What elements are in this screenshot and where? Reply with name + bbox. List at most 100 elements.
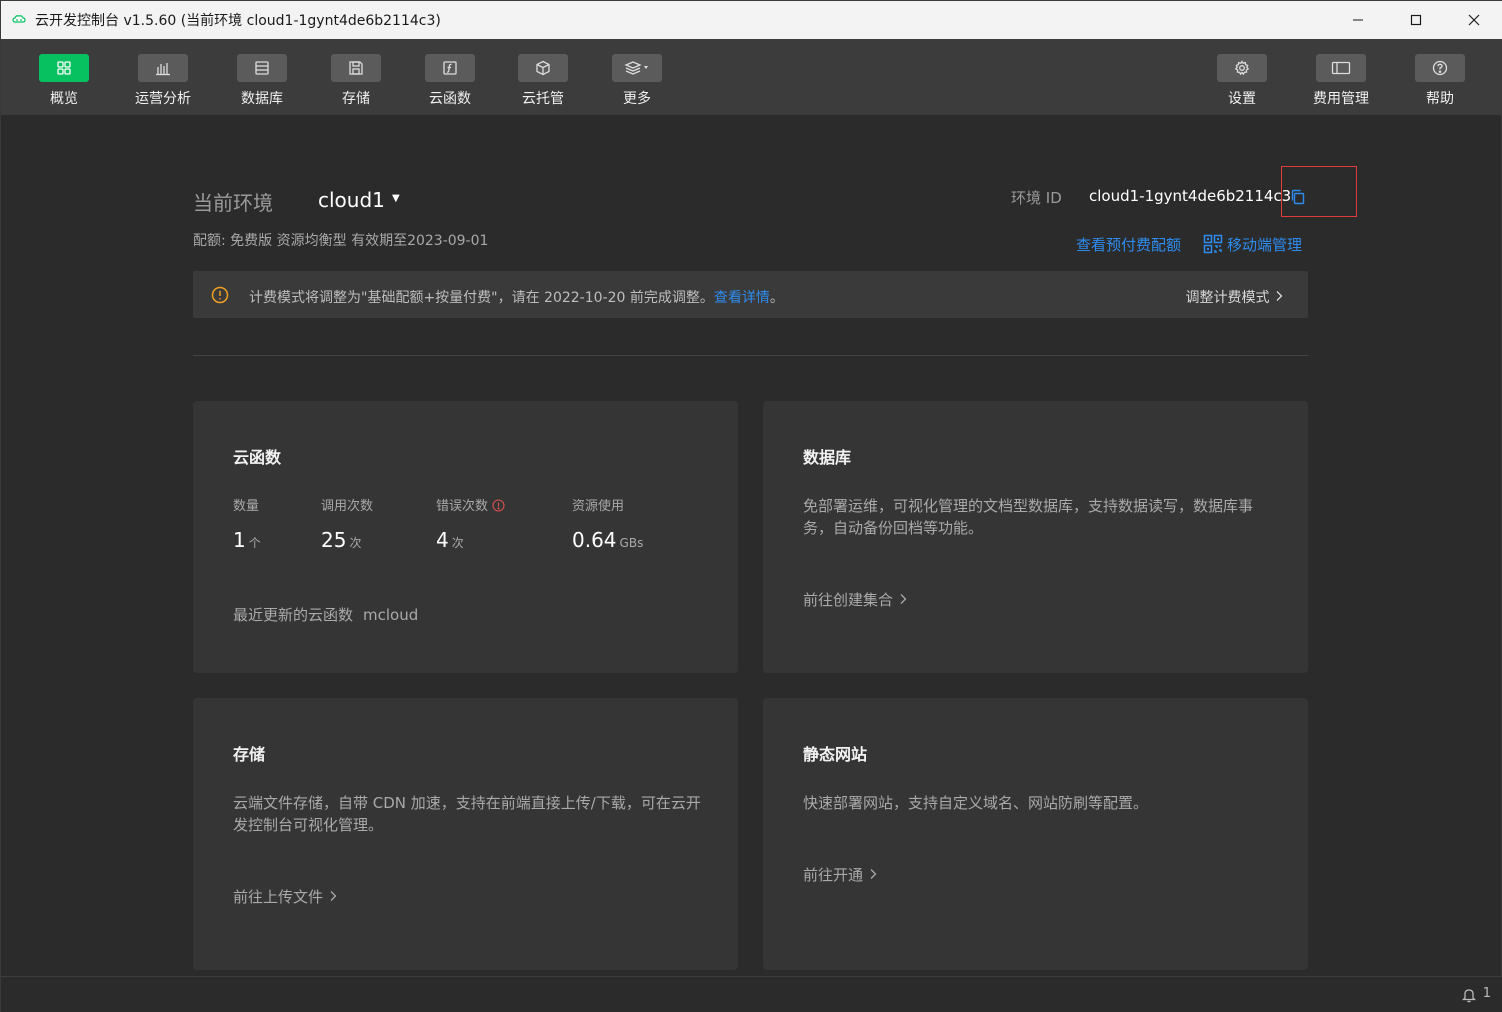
stat-label: 调用次数: [321, 499, 374, 514]
adjust-billing-mode-link[interactable]: 调整计费模式: [1186, 287, 1284, 307]
stat-value: 1: [233, 528, 246, 552]
stat-label: 数量: [233, 499, 260, 514]
close-icon: [1468, 14, 1480, 26]
status-bar: 1: [1, 976, 1502, 1012]
bar-chart-icon: [156, 63, 170, 76]
create-collection-link[interactable]: 前往创建集合: [803, 589, 908, 610]
help-icon: [1432, 60, 1448, 76]
stat-value: 0.64: [572, 528, 617, 552]
toolbar-billing[interactable]: 费用管理: [1301, 54, 1381, 108]
gear-icon: [1234, 60, 1250, 76]
view-prepaid-quota-link[interactable]: 查看预付费配额: [1076, 234, 1181, 255]
qr-code-icon[interactable]: [1203, 234, 1223, 254]
adjust-billing-label: 调整计费模式: [1185, 290, 1270, 306]
layers-icon: [624, 61, 648, 75]
stat-unit: 个: [248, 536, 261, 550]
stat-unit: 次: [451, 536, 464, 550]
toolbar-label: 云函数: [429, 91, 471, 107]
chevron-right-icon: [870, 869, 877, 879]
upload-file-link[interactable]: 前往上传文件: [233, 886, 338, 907]
toolbar-database[interactable]: 数据库: [222, 54, 302, 108]
chevron-right-icon: [330, 891, 337, 901]
database-card: 数据库 免部署运维，可视化管理的文档型数据库，支持数据读写，数据库事务，自动备份…: [763, 401, 1308, 673]
minimize-icon: [1353, 19, 1363, 21]
toolbar-label: 数据库: [241, 91, 283, 107]
card-title: 云函数: [233, 448, 282, 467]
toolbar-storage[interactable]: 存储: [316, 54, 396, 108]
title-bar: 云开发控制台 v1.5.60 (当前环境 cloud1-1gynt4de6b21…: [1, 1, 1502, 39]
card-link-label: 前往创建集合: [803, 591, 894, 609]
toolbar-more[interactable]: 更多: [597, 54, 677, 108]
card-link-label: 前往开通: [803, 866, 864, 884]
cube-icon: [536, 60, 550, 76]
env-id-label: 环境 ID: [1011, 189, 1062, 207]
close-button[interactable]: [1445, 1, 1502, 39]
stat-count: 数量 1个: [233, 495, 261, 552]
grid-icon: [57, 61, 71, 75]
mobile-management-link[interactable]: 移动端管理: [1227, 234, 1302, 255]
recent-function: 最近更新的云函数 mcloud: [233, 604, 418, 625]
stat-invocations: 调用次数 25 次: [321, 495, 373, 552]
storage-icon: [349, 61, 363, 75]
database-icon: [255, 61, 269, 75]
copy-icon[interactable]: [1290, 189, 1306, 205]
stat-label: 资源使用: [572, 499, 625, 514]
toolbar-label: 更多: [623, 91, 651, 107]
toolbar-overview[interactable]: 概览: [24, 54, 104, 108]
enable-hosting-link[interactable]: 前往开通: [803, 864, 878, 885]
stat-unit: 次: [349, 536, 362, 550]
card-description: 免部署运维，可视化管理的文档型数据库，支持数据读写，数据库事务，自动备份回档等功…: [803, 497, 1254, 537]
static-hosting-card: 静态网站 快速部署网站，支持自定义域名、网站防刷等配置。 前往开通: [763, 698, 1308, 970]
storage-card: 存储 云端文件存储，自带 CDN 加速，支持在前端直接上传/下载，可在云开发控制…: [193, 698, 738, 970]
current-env-label: 当前环境: [193, 191, 273, 215]
functions-card: 云函数 数量 1个 调用次数 25 次 错误次数 4次 资源使用 0.64 GBs …: [193, 401, 738, 673]
card-description: 云端文件存储，自带 CDN 加速，支持在前端直接上传/下载，可在云开发控制台可视…: [233, 794, 701, 834]
card-title: 静态网站: [803, 745, 868, 764]
warning-icon: [211, 286, 229, 304]
quota-info: 配额: 免费版 资源均衡型 有效期至2023-09-01: [193, 233, 489, 249]
billing-icon: [1331, 61, 1351, 75]
toolbar-cloudrun[interactable]: 云托管: [503, 54, 583, 108]
toolbar-label: 运营分析: [135, 91, 191, 107]
function-icon: [443, 61, 457, 75]
toolbar-analytics[interactable]: 运营分析: [123, 54, 203, 108]
minimize-button[interactable]: [1329, 1, 1387, 39]
maximize-button[interactable]: [1387, 1, 1445, 39]
section-divider: [193, 355, 1308, 356]
card-description: 快速部署网站，支持自定义域名、网站防刷等配置。: [803, 794, 1149, 812]
stat-label: 错误次数: [436, 499, 489, 514]
toolbar-label: 设置: [1228, 91, 1256, 107]
bell-icon[interactable]: [1461, 987, 1477, 1003]
notice-detail-link[interactable]: 查看详情: [714, 290, 770, 306]
stat-unit: GBs: [619, 536, 644, 550]
card-title: 存储: [233, 745, 266, 764]
card-title: 数据库: [803, 448, 852, 467]
env-id-value: cloud1-1gynt4de6b2114c3: [1089, 187, 1292, 205]
caret-down-icon[interactable]: ▼: [392, 193, 400, 204]
env-selector[interactable]: cloud1: [318, 188, 385, 212]
recent-function-label: 最近更新的云函数: [233, 606, 354, 624]
toolbar-label: 云托管: [522, 91, 564, 107]
card-link-label: 前往上传文件: [233, 888, 324, 906]
billing-notice: 计费模式将调整为"基础配额+按量付费"，请在 2022-10-20 前完成调整。…: [193, 271, 1308, 318]
stat-value: 4: [436, 528, 449, 552]
error-info-icon[interactable]: [492, 499, 505, 512]
maximize-icon: [1410, 14, 1422, 26]
main-toolbar: 概览 运营分析 数据库 存储 云函数 云托管 更多 设置 费用管理 帮助: [1, 39, 1502, 115]
toolbar-label: 存储: [342, 91, 370, 107]
window-title: 云开发控制台 v1.5.60 (当前环境 cloud1-1gynt4de6b21…: [35, 13, 441, 29]
toolbar-label: 费用管理: [1313, 91, 1369, 107]
toolbar-settings[interactable]: 设置: [1202, 54, 1282, 108]
notice-tail: 。: [769, 290, 784, 306]
chevron-right-icon: [1276, 291, 1283, 301]
toolbar-help[interactable]: 帮助: [1400, 54, 1480, 108]
toolbar-label: 概览: [50, 91, 78, 107]
stat-resource-usage: 资源使用 0.64 GBs: [572, 495, 643, 552]
app-logo-icon: [12, 15, 26, 23]
app-window: 云开发控制台 v1.5.60 (当前环境 cloud1-1gynt4de6b21…: [0, 0, 1502, 1012]
notice-message: 计费模式将调整为"基础配额+按量付费"，请在 2022-10-20 前完成调整。…: [249, 287, 784, 307]
toolbar-label: 帮助: [1426, 91, 1454, 107]
stat-errors: 错误次数 4次: [436, 495, 505, 552]
recent-function-name[interactable]: mcloud: [363, 606, 418, 624]
toolbar-functions[interactable]: 云函数: [410, 54, 490, 108]
